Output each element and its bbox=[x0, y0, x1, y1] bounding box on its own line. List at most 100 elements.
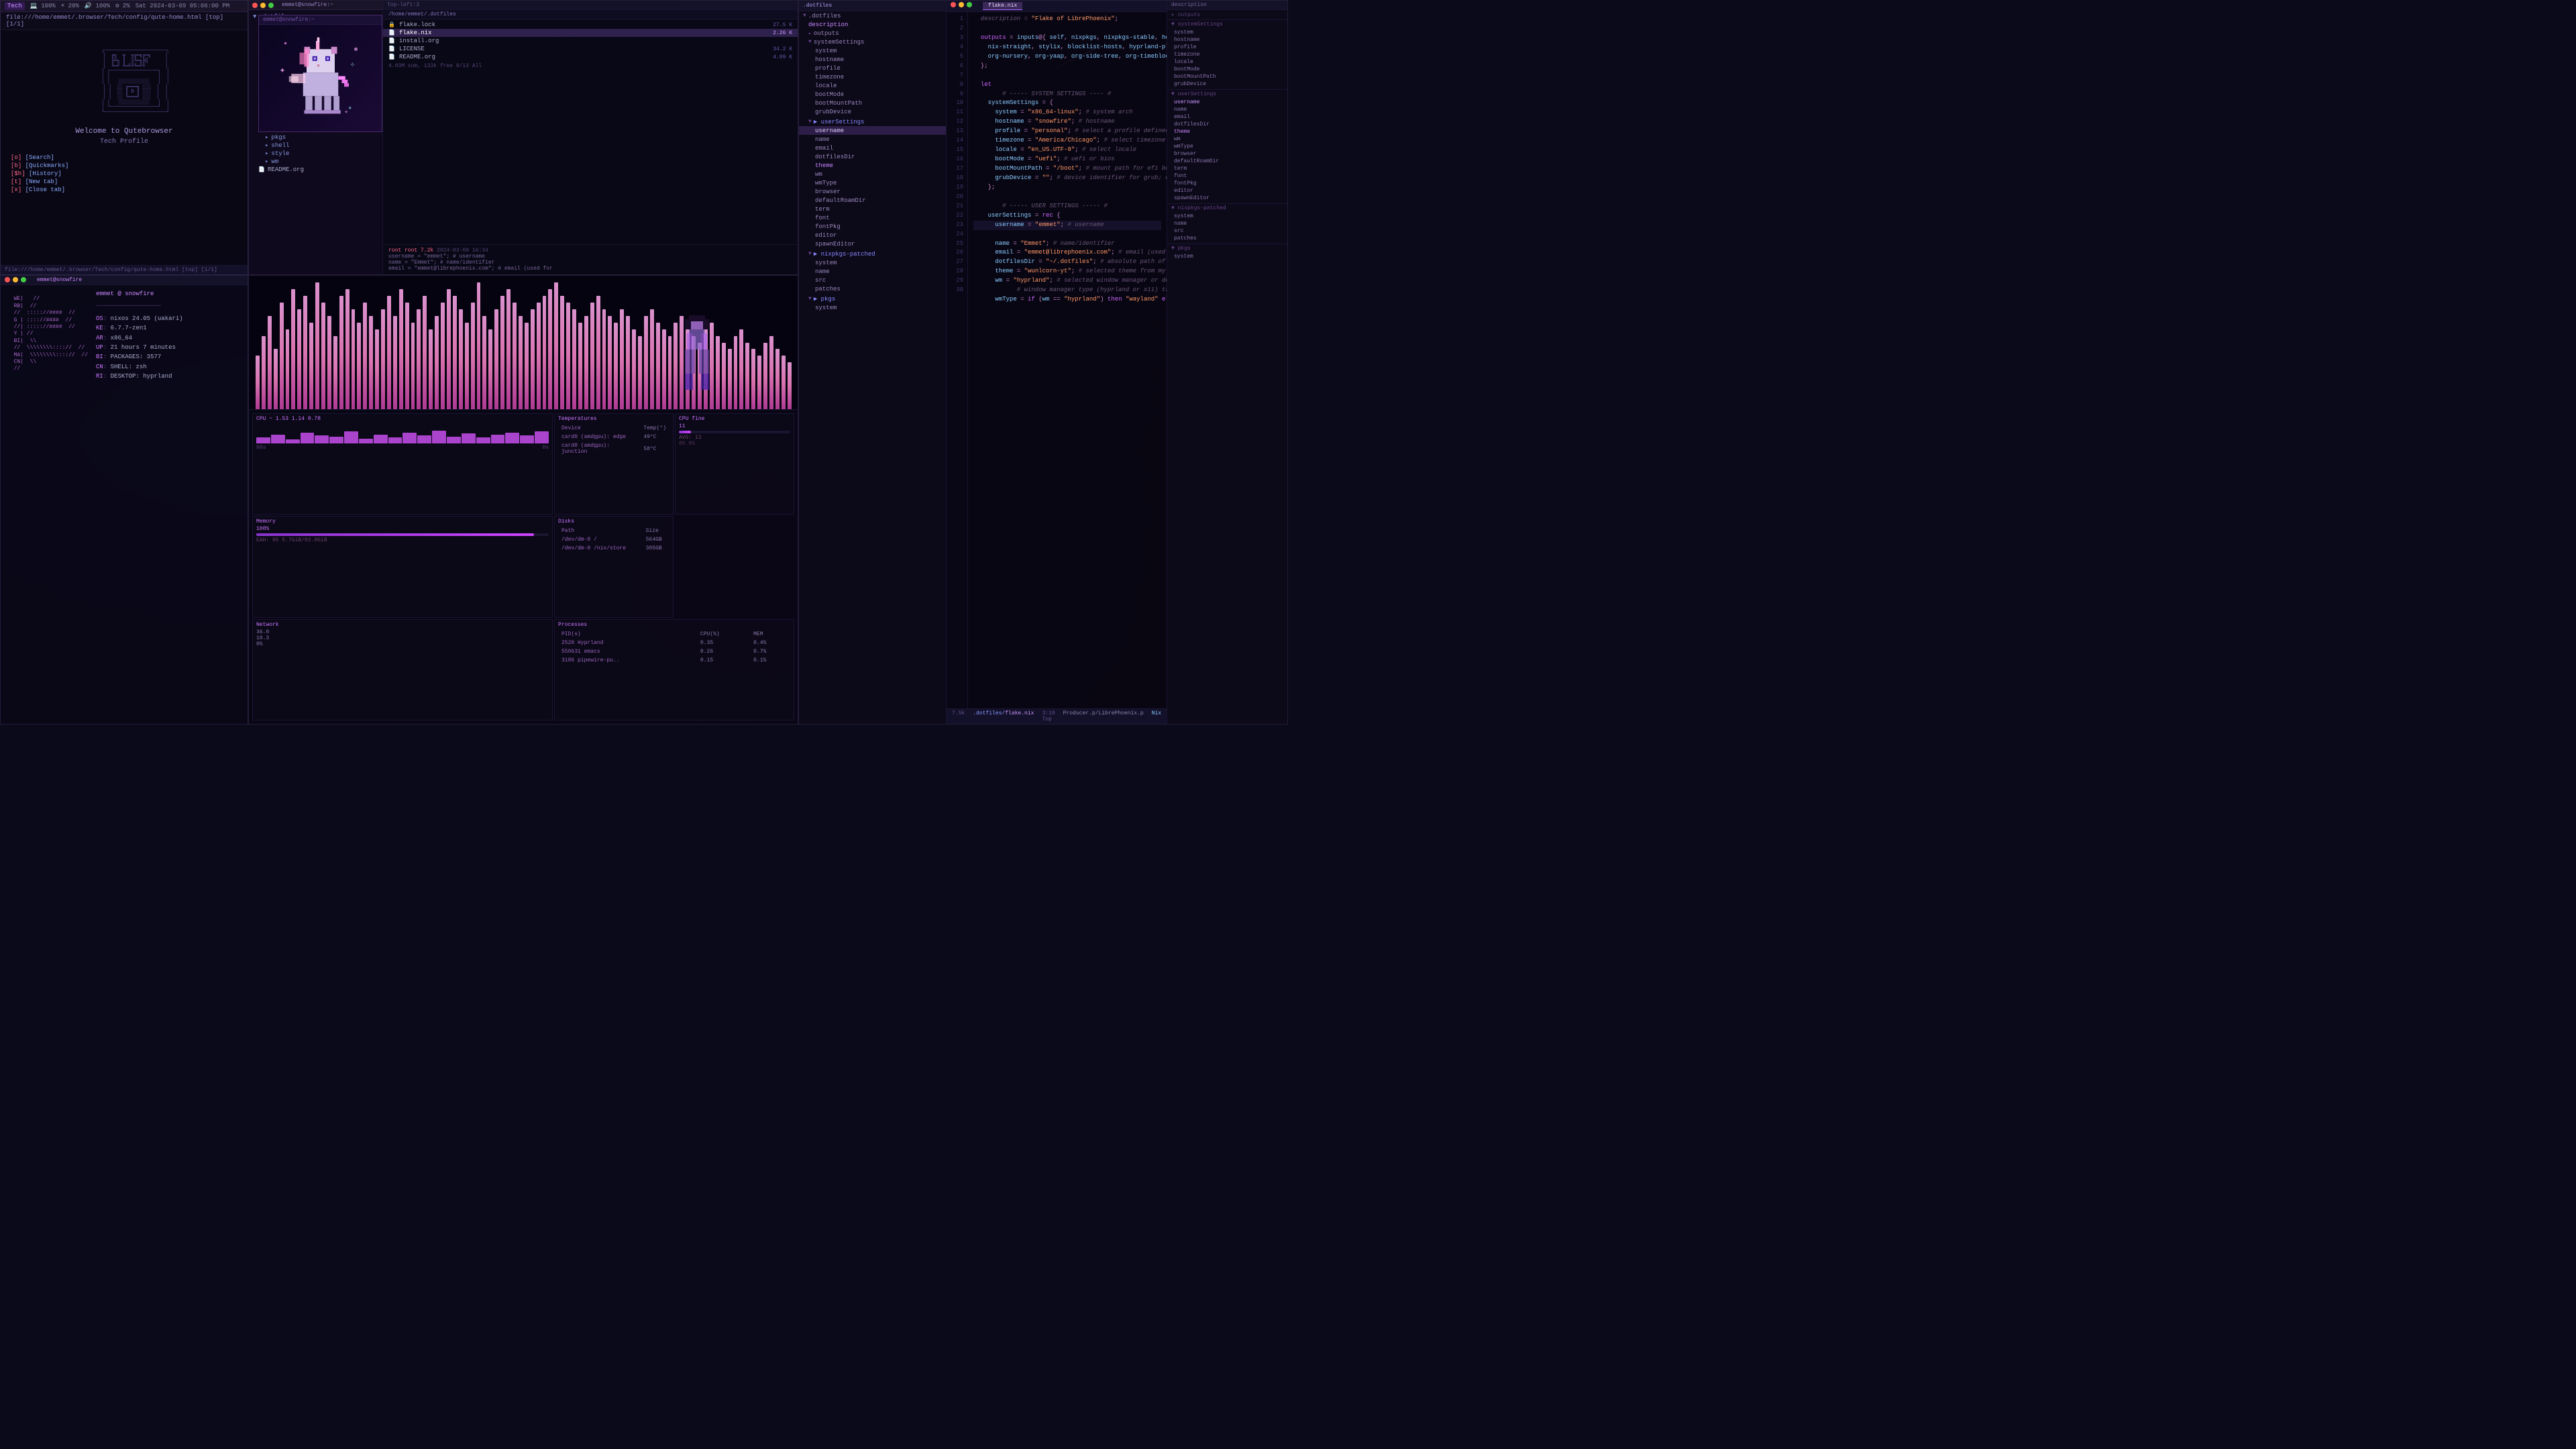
code-tree-timezone[interactable]: timezone bbox=[799, 72, 946, 81]
close-button[interactable] bbox=[5, 277, 10, 282]
code-tree-outputs[interactable]: ▸ outputs bbox=[799, 29, 946, 38]
maximize-button[interactable] bbox=[21, 277, 26, 282]
tree-item-label: style bbox=[271, 150, 289, 157]
file-row-readmeorg[interactable]: 📄 README.org 4.09 K bbox=[383, 53, 798, 61]
outline-system[interactable]: system bbox=[1167, 29, 1287, 36]
maximize-button[interactable] bbox=[268, 3, 274, 8]
outline-fontpkg[interactable]: fontPkg bbox=[1167, 180, 1287, 187]
code-tab-flakenix[interactable]: flake.nix bbox=[983, 2, 1022, 10]
code-tree-bootmode[interactable]: bootMode bbox=[799, 90, 946, 99]
outline-email[interactable]: email bbox=[1167, 113, 1287, 121]
code-tree-font[interactable]: font bbox=[799, 213, 946, 222]
outline-nixpkgs-header: ▼ nixpkgs-patched bbox=[1167, 203, 1287, 213]
outline-theme[interactable]: theme bbox=[1167, 128, 1287, 136]
outline-name[interactable]: name bbox=[1167, 106, 1287, 113]
file-row-installorg[interactable]: 📄 install.org bbox=[383, 37, 798, 45]
proc-name1: 2520 Hyprland bbox=[559, 639, 697, 647]
code-tree-spawnedittor[interactable]: spawnEditor bbox=[799, 239, 946, 248]
viz-bar bbox=[578, 323, 582, 409]
code-tree-name[interactable]: name bbox=[799, 135, 946, 144]
cpu-mini-bar bbox=[359, 439, 373, 444]
tree-readme2[interactable]: 📄 README.org bbox=[249, 166, 382, 174]
arrow-icon: ▼ bbox=[808, 251, 812, 257]
tree-shell[interactable]: ▸ shell bbox=[249, 142, 382, 150]
code-tree-wm[interactable]: wm bbox=[799, 170, 946, 178]
code-tree-np-src[interactable]: src bbox=[799, 276, 946, 284]
code-tree-locale[interactable]: locale bbox=[799, 81, 946, 90]
code-tree-bootmountpath[interactable]: bootMountPath bbox=[799, 99, 946, 107]
code-tree-grubdevice[interactable]: grubDevice bbox=[799, 107, 946, 116]
code-tree-editor[interactable]: editor bbox=[799, 231, 946, 239]
outline-profile[interactable]: profile bbox=[1167, 44, 1287, 51]
code-tree-fontpkg[interactable]: fontPkg bbox=[799, 222, 946, 231]
viz-bar bbox=[668, 336, 672, 409]
outline-np-patches[interactable]: patches bbox=[1167, 235, 1287, 242]
close-button[interactable] bbox=[252, 3, 258, 8]
outline-editor[interactable]: editor bbox=[1167, 187, 1287, 195]
tree-wm[interactable]: ▸ wm bbox=[249, 158, 382, 166]
bookmark-closetab[interactable]: [x] [Close tab] bbox=[11, 186, 237, 194]
code-tree-np-name[interactable]: name bbox=[799, 267, 946, 276]
outline-spawnedittor[interactable]: spawnEditor bbox=[1167, 195, 1287, 202]
code-tree-nixpkgs-patched[interactable]: ▼ ▶ nixpkgs-patched bbox=[799, 250, 946, 258]
outline-np-system[interactable]: system bbox=[1167, 213, 1287, 220]
code-tree-dotfilesdir[interactable]: dotfilesDir bbox=[799, 152, 946, 161]
code-tree-email[interactable]: email bbox=[799, 144, 946, 152]
code-tree-usersettings-group[interactable]: ▼ ▶ userSettings bbox=[799, 117, 946, 126]
code-tree-browser[interactable]: browser bbox=[799, 187, 946, 196]
code-tree-username[interactable]: username bbox=[799, 126, 946, 135]
minimize-button[interactable] bbox=[13, 277, 18, 282]
code-tree-defaultroamdir[interactable]: defaultRoamDir bbox=[799, 196, 946, 205]
viz-bar bbox=[537, 303, 541, 409]
proc-name3: 3186 pipewire-pu.. bbox=[559, 657, 697, 664]
bookmark-search[interactable]: [o] [Search] bbox=[11, 154, 237, 162]
code-tree-wmtype[interactable]: wmType bbox=[799, 178, 946, 187]
outline-term[interactable]: term bbox=[1167, 165, 1287, 172]
outline-wmtype[interactable]: wmType bbox=[1167, 143, 1287, 150]
code-tree-profile[interactable]: profile bbox=[799, 64, 946, 72]
bookmark-history[interactable]: [$h] [History] bbox=[11, 170, 237, 178]
cpu-detail-bar-bg bbox=[679, 431, 790, 433]
outline-wm[interactable]: wm bbox=[1167, 136, 1287, 143]
code-tree-np-system[interactable]: system bbox=[799, 258, 946, 267]
minimize-button[interactable] bbox=[260, 3, 266, 8]
file-row-flakelock[interactable]: 🔒 flake.lock 27.5 K bbox=[383, 21, 798, 29]
viz-bar bbox=[739, 329, 743, 409]
code-tree-system[interactable]: system bbox=[799, 46, 946, 55]
outline-font[interactable]: font bbox=[1167, 172, 1287, 180]
code-tree-dotfiles[interactable]: ▼ .dotfiles bbox=[799, 11, 946, 20]
code-tree-hostname[interactable]: hostname bbox=[799, 55, 946, 64]
outline-hostname[interactable]: hostname bbox=[1167, 36, 1287, 44]
tree-pkgs[interactable]: ▸ pkgs bbox=[249, 133, 382, 142]
maximize-button[interactable] bbox=[967, 2, 972, 7]
code-tree-pkgs-system[interactable]: system bbox=[799, 303, 946, 312]
outline-pkgs-system[interactable]: system bbox=[1167, 253, 1287, 260]
outline-np-src[interactable]: src bbox=[1167, 227, 1287, 235]
tree-style[interactable]: ▸ style bbox=[249, 150, 382, 158]
code-tree-np-patches[interactable]: patches bbox=[799, 284, 946, 293]
outline-timezone[interactable]: timezone bbox=[1167, 51, 1287, 58]
outline-defaultroamdir[interactable]: defaultRoamDir bbox=[1167, 158, 1287, 165]
outline-dotfilesdir[interactable]: dotfilesDir bbox=[1167, 121, 1287, 128]
outline-locale[interactable]: locale bbox=[1167, 58, 1287, 66]
code-tree-description[interactable]: description bbox=[799, 20, 946, 29]
code-tree-systemsettings-group[interactable]: ▼ systemSettings bbox=[799, 38, 946, 46]
code-tree-pkgs[interactable]: ▼ ▶ pkgs bbox=[799, 294, 946, 303]
outline-grubdevice[interactable]: grubDevice bbox=[1167, 80, 1287, 88]
bookmark-newtab[interactable]: [t] [New tab] bbox=[11, 178, 237, 186]
url-bar[interactable]: file:///home/emmet/.browser/Tech/config/… bbox=[1, 12, 248, 30]
file-row-flakenix[interactable]: 📄 flake.nix 2.26 K bbox=[383, 29, 798, 37]
bookmark-quickmarks[interactable]: [b] [Quickmarks] bbox=[11, 162, 237, 170]
code-tree-term[interactable]: term bbox=[799, 205, 946, 213]
outline-np-name[interactable]: name bbox=[1167, 220, 1287, 227]
file-row-license[interactable]: 📄 LICENSE 34.2 K bbox=[383, 45, 798, 53]
outline-bootmode[interactable]: bootMode bbox=[1167, 66, 1287, 73]
outline-username[interactable]: username bbox=[1167, 99, 1287, 106]
minimize-button[interactable] bbox=[959, 2, 964, 7]
outline-bootmountpath[interactable]: bootMountPath bbox=[1167, 73, 1287, 80]
window-controls bbox=[252, 3, 274, 8]
code-tree-theme[interactable]: theme bbox=[799, 161, 946, 170]
tag-1[interactable]: Tech bbox=[5, 2, 25, 10]
close-button[interactable] bbox=[951, 2, 956, 7]
outline-browser[interactable]: browser bbox=[1167, 150, 1287, 158]
